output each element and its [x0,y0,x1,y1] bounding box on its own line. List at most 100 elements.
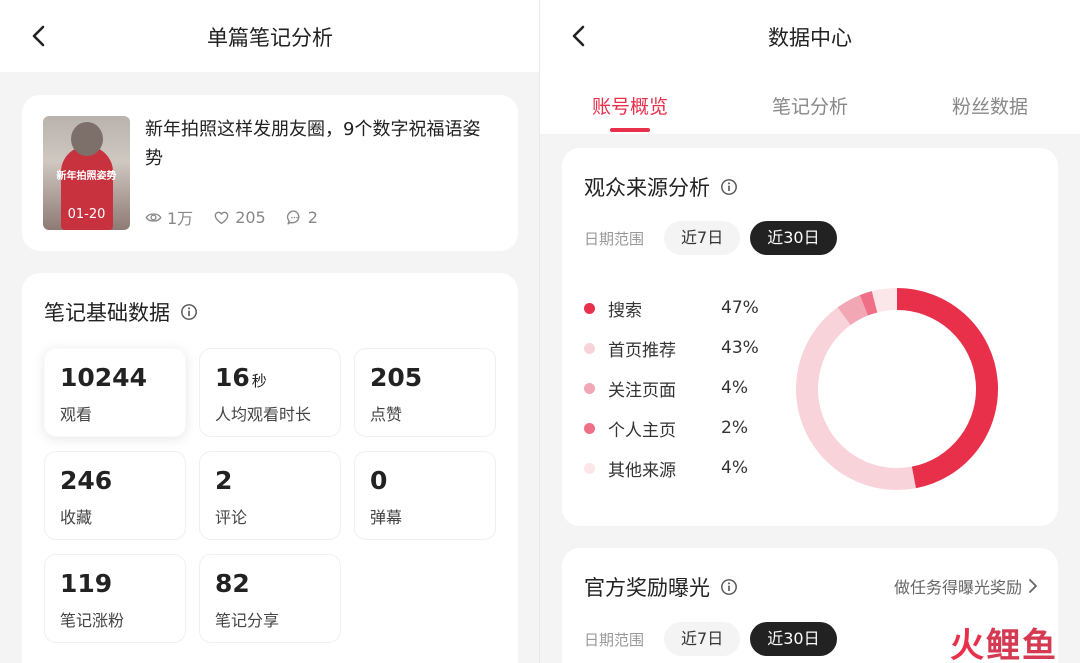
thumbnail-head [71,122,103,156]
tab-fan-data[interactable]: 粉丝数据 [900,92,1080,119]
legend-dot [584,302,595,314]
chip-30-days[interactable]: 近30日 [750,221,837,255]
metric-comments[interactable]: 2 评论 [199,451,341,540]
reward-link-label: 做任务得曝光奖励 [893,578,1022,597]
legend-item: 首页推荐 43% [584,328,764,368]
comment-icon [286,209,300,225]
metric-value: 10244 [60,363,147,392]
tab-bar: 账号概览 笔记分析 粉丝数据 [540,72,1080,134]
metric-value: 2 [215,466,233,495]
likes-stat: 205 [213,205,266,229]
comments-stat: 2 [286,205,318,229]
page-title: 单篇笔记分析 [207,26,333,50]
legend-value: 4% [721,458,748,478]
legend-value: 2% [721,418,748,438]
legend-dot [584,462,595,474]
donut-slice-3 [859,291,878,316]
metric-views[interactable]: 10244 观看 [44,348,186,437]
chip-7-days[interactable]: 近7日 [664,221,741,255]
reward-task-link[interactable]: 做任务得曝光奖励 [894,574,1038,598]
tab-account-overview[interactable]: 账号概览 [540,92,720,119]
metric-favorites[interactable]: 246 收藏 [44,451,186,540]
legend-label: 搜索 [608,300,642,321]
metric-value: 82 [215,569,250,598]
metric-danmaku[interactable]: 0 弹幕 [354,451,496,540]
chip-30-days[interactable]: 近30日 [750,622,837,656]
metric-label: 弹幕 [370,508,403,527]
metric-likes[interactable]: 205 点赞 [354,348,496,437]
metric-value: 16 秒 [215,363,267,392]
info-icon[interactable] [720,178,738,196]
chip-7-days[interactable]: 近7日 [664,622,741,656]
legend-item: 其他来源 4% [584,448,764,488]
metric-value: 246 [60,466,113,495]
metric-label: 人均观看时长 [215,405,312,424]
metric-label: 笔记分享 [215,611,280,630]
legend-label: 关注页面 [608,380,676,401]
reward-title: 官方奖励曝光 [584,576,710,600]
note-analysis-screen: 单篇笔记分析 新年拍照姿势 01-20 新年拍照这样发朋友圈，9个数字祝福语姿势… [0,0,540,663]
legend-dot [584,422,595,434]
date-range-label: 日期范围 [584,229,645,248]
legend-value: 47% [721,298,759,318]
top-nav-bar: 单篇笔记分析 [0,0,540,72]
metric-label: 点赞 [370,405,403,424]
audience-donut-chart [796,288,998,490]
metric-label: 收藏 [60,508,93,527]
thumbnail-date: 01-20 [67,207,106,222]
thumbnail-caption: 新年拍照姿势 [56,171,117,182]
legend-item: 搜索 47% [584,288,764,328]
chart-legend: 搜索 47% 首页推荐 43% 关注页面 4% 个人主页 2% 其他来源 4% [584,288,764,488]
legend-label: 首页推荐 [608,340,676,361]
legend-value: 4% [721,378,748,398]
likes-count: 205 [235,207,266,227]
legend-item: 个人主页 2% [584,408,764,448]
views-count: 1万 [167,209,194,228]
legend-value: 43% [721,338,759,358]
basic-data-title: 笔记基础数据 [44,301,170,325]
legend-item: 关注页面 4% [584,368,764,408]
views-stat: 1万 [145,205,193,229]
metric-follower-gain[interactable]: 119 笔记涨粉 [44,554,186,643]
chevron-right-icon [1029,579,1037,593]
date-range-row: 日期范围 近7日 近30日 [584,221,847,255]
date-range-label: 日期范围 [584,630,645,649]
donut-slice-1 [796,307,916,490]
metric-label: 评论 [215,508,248,527]
legend-dot [584,382,595,394]
metric-value: 0 [370,466,388,495]
legend-label: 其他来源 [608,460,676,481]
note-stats: 1万 205 2 [145,205,318,229]
audience-heading: 观众来源分析 [584,172,738,202]
metric-value: 119 [60,569,113,598]
audience-source-card: 观众来源分析 日期范围 近7日 近30日 搜索 47% 首页推荐 43% 关注页面 4% 个… [562,148,1058,526]
metric-shares[interactable]: 82 笔记分享 [199,554,341,643]
metric-avg-watch-time[interactable]: 16 秒 人均观看时长 [199,348,341,437]
info-icon[interactable] [180,303,198,321]
info-icon[interactable] [720,578,738,596]
heart-icon [214,211,229,224]
donut-slice-4 [871,288,898,313]
metric-value: 205 [370,363,423,392]
basic-data-heading: 笔记基础数据 [44,297,198,327]
basic-data-card: 笔记基础数据 10244 观看 16 秒 人均观看时长 205 点赞 246 收藏… [22,273,518,663]
tab-note-analysis[interactable]: 笔记分析 [720,92,900,119]
top-nav-bar: 数据中心 [540,0,1080,72]
audience-title: 观众来源分析 [584,176,710,200]
date-range-row: 日期范围 近7日 近30日 [584,622,847,656]
data-center-screen: 数据中心 账号概览 笔记分析 粉丝数据 观众来源分析 日期范围 近7日 近30日… [540,0,1080,663]
donut-slice-2 [837,295,869,326]
metric-label: 笔记涨粉 [60,611,125,630]
note-card[interactable]: 新年拍照姿势 01-20 新年拍照这样发朋友圈，9个数字祝福语姿势 1万 205… [22,95,518,251]
note-title: 新年拍照这样发朋友圈，9个数字祝福语姿势 [145,119,481,169]
reward-heading: 官方奖励曝光 [584,572,738,602]
eye-icon [145,212,162,222]
watermark-logo: 火鲤鱼 [950,626,1058,663]
note-thumbnail[interactable]: 新年拍照姿势 01-20 [43,116,130,230]
metric-label: 观看 [60,405,93,424]
comments-count: 2 [307,207,318,227]
active-tab-indicator [610,128,650,132]
page-title: 数据中心 [768,26,852,50]
legend-label: 个人主页 [608,420,676,441]
donut-slice-0 [896,288,998,489]
